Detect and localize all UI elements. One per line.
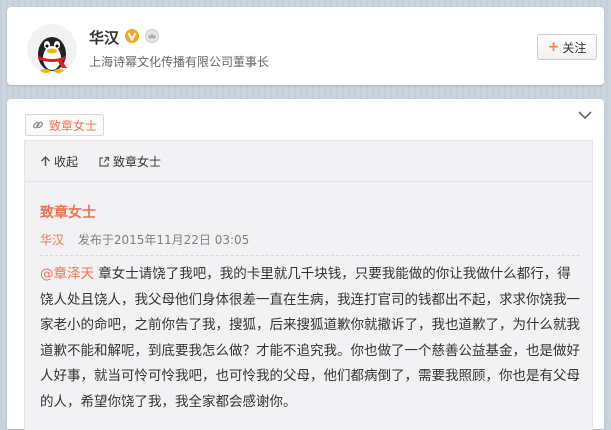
- article-body: @章泽天 章女士请饶了我吧，我的卡里就几千块钱，只要我能做的你让我做什么都行，得…: [40, 262, 580, 415]
- article-card: 致章女士 收起 致章女士 致章女士 华汉 发布于2015年11月22日 03:0…: [7, 99, 604, 430]
- arrow-up-icon: [41, 156, 50, 166]
- publish-time: 发布于2015年11月22日 03:05: [77, 233, 250, 247]
- action-bar: 收起 致章女士: [25, 141, 592, 182]
- link-icon: [32, 121, 44, 129]
- profile-card: 华汉 上海诗幂文化传播有限公司董事长 + 关注: [7, 7, 604, 85]
- follow-label: 关注: [562, 40, 587, 55]
- user-name[interactable]: 华汉: [89, 27, 119, 48]
- collapse-button[interactable]: 收起: [40, 153, 78, 170]
- divider: [40, 255, 580, 256]
- source-link[interactable]: 致章女士: [98, 153, 161, 170]
- tag-label: 致章女士: [49, 118, 98, 133]
- verified-v-icon: [125, 29, 139, 43]
- user-bio: 上海诗幂文化传播有限公司董事长: [89, 55, 270, 69]
- mention-link[interactable]: @章泽天: [40, 266, 94, 282]
- article-title: 致章女士: [40, 205, 96, 221]
- avatar[interactable]: [27, 24, 77, 74]
- source-label: 致章女士: [113, 155, 162, 169]
- collapse-label: 收起: [54, 155, 79, 169]
- plus-icon: +: [547, 39, 560, 55]
- author-link[interactable]: 华汉: [40, 233, 64, 247]
- penguin-avatar-icon: [38, 37, 67, 73]
- article-tag[interactable]: 致章女士: [25, 114, 105, 136]
- external-link-icon: [99, 156, 110, 167]
- article-panel: 收起 致章女士 致章女士 华汉 发布于2015年11月22日 03:05 @章泽…: [24, 140, 593, 430]
- article-body-text: 章女士请饶了我吧，我的卡里就几千块钱，只要我能做的你让我做什么都行，得饶人处且饶…: [40, 266, 580, 410]
- article-meta: 华汉 发布于2015年11月22日 03:05: [40, 231, 249, 248]
- chevron-down-icon[interactable]: [578, 110, 592, 120]
- follow-button[interactable]: + 关注: [537, 34, 597, 60]
- member-crown-icon: [145, 29, 159, 43]
